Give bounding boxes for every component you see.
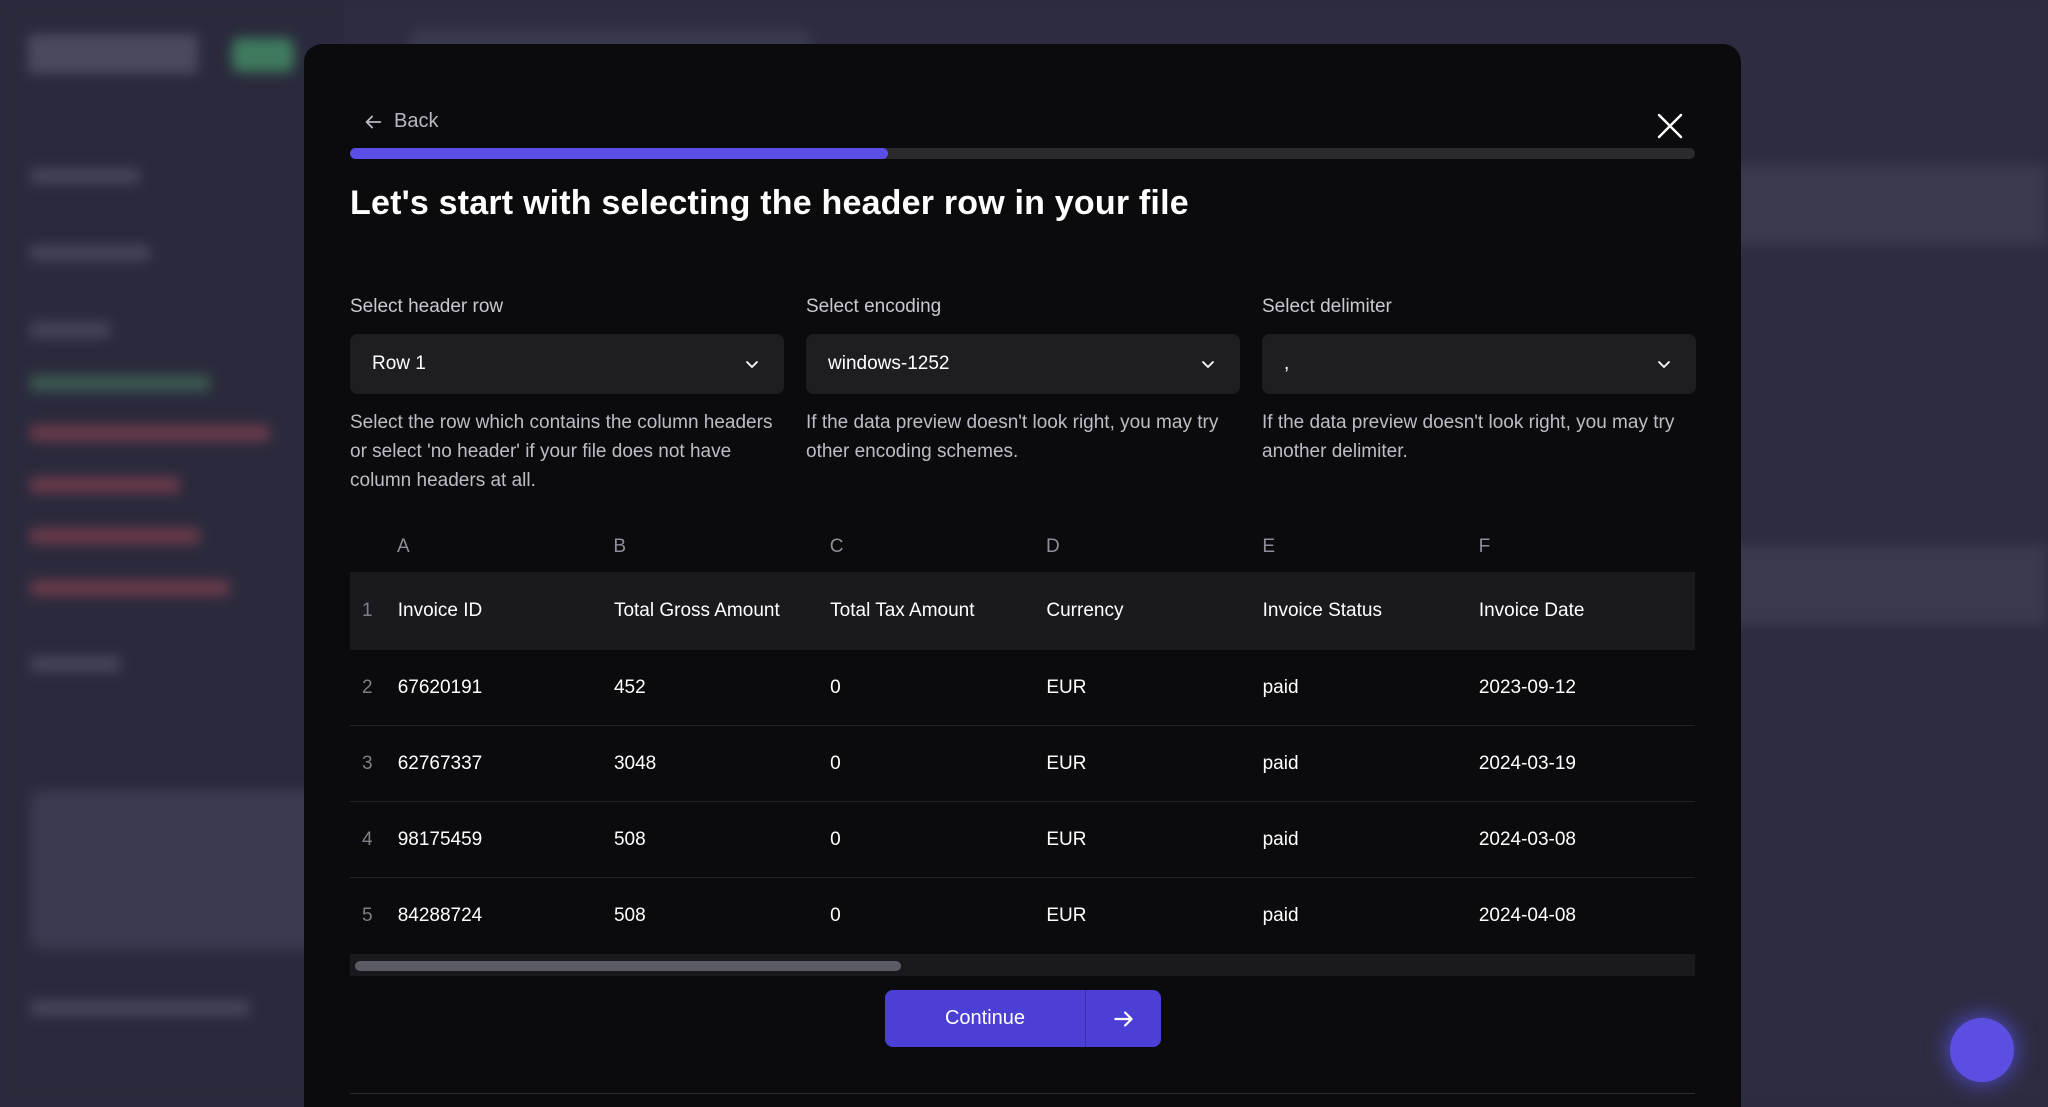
chevron-down-icon: [1202, 361, 1214, 368]
delimiter-help: If the data preview doesn't look right, …: [1262, 412, 1675, 462]
background-nav-item: [30, 580, 230, 596]
row-number: 2: [362, 676, 373, 698]
delimiter-label: Select delimiter: [1262, 296, 1392, 317]
column-letter[interactable]: B: [613, 536, 829, 558]
table-cell: 2024-04-08: [1478, 905, 1577, 926]
background-nav-item: [30, 168, 140, 184]
header-row-label: Select header row: [350, 296, 504, 317]
progress-bar: [350, 148, 1695, 159]
table-cell: 3048: [613, 752, 657, 774]
table-cell: 452: [613, 676, 646, 698]
row-number: 3: [362, 752, 373, 774]
column-letter-row: A B C D E F: [350, 522, 1695, 572]
background-nav-item: [30, 425, 270, 441]
chevron-down-icon: [1658, 361, 1670, 368]
chat-launcher-button[interactable]: [1950, 1018, 2014, 1082]
background-nav-item: [30, 477, 180, 493]
encoding-select[interactable]: windows-1252: [806, 334, 1240, 394]
delimiter-select[interactable]: ,: [1262, 334, 1696, 394]
table-cell: 0: [830, 752, 841, 774]
continue-arrow: [1086, 990, 1161, 1047]
arrow-right-icon: [1113, 1010, 1133, 1027]
table-cell: 0: [830, 828, 841, 850]
row-number: 1: [362, 600, 373, 621]
horizontal-scrollbar[interactable]: [350, 954, 1695, 976]
encoding-value: windows-1252: [828, 353, 950, 374]
table-cell: paid: [1262, 828, 1299, 850]
background-nav-item: [30, 528, 200, 544]
arrow-left-icon: [365, 115, 382, 128]
table-cell: 2023-09-12: [1478, 676, 1577, 698]
table-row[interactable]: 2 67620191 452 0 EUR paid 2023-09-12: [350, 650, 1695, 726]
table-cell: 98175459: [397, 828, 483, 850]
continue-button[interactable]: Continue: [885, 990, 1161, 1047]
column-letter[interactable]: E: [1262, 536, 1478, 558]
table-cell: 508: [613, 828, 646, 850]
delimiter-value: ,: [1284, 353, 1290, 374]
table-cell: EUR: [1046, 905, 1087, 926]
table-cell: 508: [613, 905, 646, 926]
table-header-row[interactable]: 1 Invoice ID Total Gross Amount Total Ta…: [350, 572, 1695, 650]
background-nav-item: [30, 656, 120, 672]
table-cell: Currency: [1046, 600, 1124, 621]
background-nav-item: [30, 375, 210, 391]
background-logo: [28, 34, 198, 74]
back-label: Back: [394, 110, 439, 132]
back-button[interactable]: Back: [362, 110, 438, 133]
table-row[interactable]: 4 98175459 508 0 EUR paid 2024-03-08: [350, 802, 1695, 878]
background-panel: [1718, 545, 2048, 625]
delimiter-field: Select delimiter , If the data preview d…: [1262, 296, 1696, 466]
encoding-label: Select encoding: [806, 296, 942, 317]
column-letter[interactable]: C: [830, 536, 1046, 558]
table-cell: 84288724: [397, 905, 483, 926]
header-row-help: Select the row which contains the column…: [350, 412, 773, 491]
table-cell: 0: [830, 676, 841, 698]
column-letter[interactable]: D: [1046, 536, 1262, 558]
table-cell: 0: [830, 905, 841, 926]
close-icon[interactable]: [1654, 110, 1686, 142]
row-number: 4: [362, 828, 373, 850]
background-nav-item: [30, 245, 150, 261]
table-cell: Total Gross Amount: [613, 600, 780, 621]
table-cell: Invoice Status: [1262, 600, 1382, 621]
chevron-down-icon: [746, 361, 758, 368]
table-cell: paid: [1262, 905, 1299, 926]
table-cell: paid: [1262, 752, 1299, 774]
table-row[interactable]: 5 84288724 508 0 EUR paid 2024-04-08: [350, 878, 1695, 954]
column-letter[interactable]: F: [1479, 536, 1695, 558]
table-cell: paid: [1262, 676, 1299, 698]
header-row-value: Row 1: [372, 353, 426, 374]
background-panel: [1718, 165, 2048, 245]
data-preview-table: A B C D E F 1 Invoice ID Total Gross Amo…: [350, 522, 1695, 976]
background-sidebar: [0, 0, 345, 1107]
table-cell: Invoice Date: [1478, 600, 1585, 621]
scrollbar-thumb[interactable]: [355, 961, 901, 971]
table-cell: 2024-03-08: [1478, 828, 1577, 850]
row-number: 5: [362, 905, 373, 926]
table-cell: Total Tax Amount: [830, 600, 975, 621]
background-nav-item: [30, 1000, 250, 1016]
header-row-field: Select header row Row 1 Select the row w…: [350, 296, 784, 495]
encoding-field: Select encoding windows-1252 If the data…: [806, 296, 1240, 466]
progress-fill: [350, 148, 888, 159]
continue-label: Continue: [944, 1007, 1026, 1029]
table-cell: EUR: [1046, 752, 1087, 774]
footer-divider: [350, 1093, 1695, 1094]
column-letter[interactable]: A: [397, 536, 613, 558]
table-cell: Invoice ID: [397, 600, 483, 621]
background-nav-item: [30, 322, 110, 338]
table-cell: EUR: [1046, 676, 1087, 698]
encoding-help: If the data preview doesn't look right, …: [806, 412, 1219, 462]
header-row-select[interactable]: Row 1: [350, 334, 784, 394]
table-cell: 62767337: [397, 752, 483, 774]
table-cell: 2024-03-19: [1478, 752, 1577, 774]
background-card: [30, 790, 320, 950]
table-cell: 67620191: [397, 676, 483, 698]
page-title: Let's start with selecting the header ro…: [350, 184, 1189, 222]
background-badge: [232, 38, 294, 72]
table-cell: EUR: [1046, 828, 1087, 850]
table-row[interactable]: 3 62767337 3048 0 EUR paid 2024-03-19: [350, 726, 1695, 802]
import-modal: Back Let's start with selecting the head…: [304, 44, 1741, 1107]
